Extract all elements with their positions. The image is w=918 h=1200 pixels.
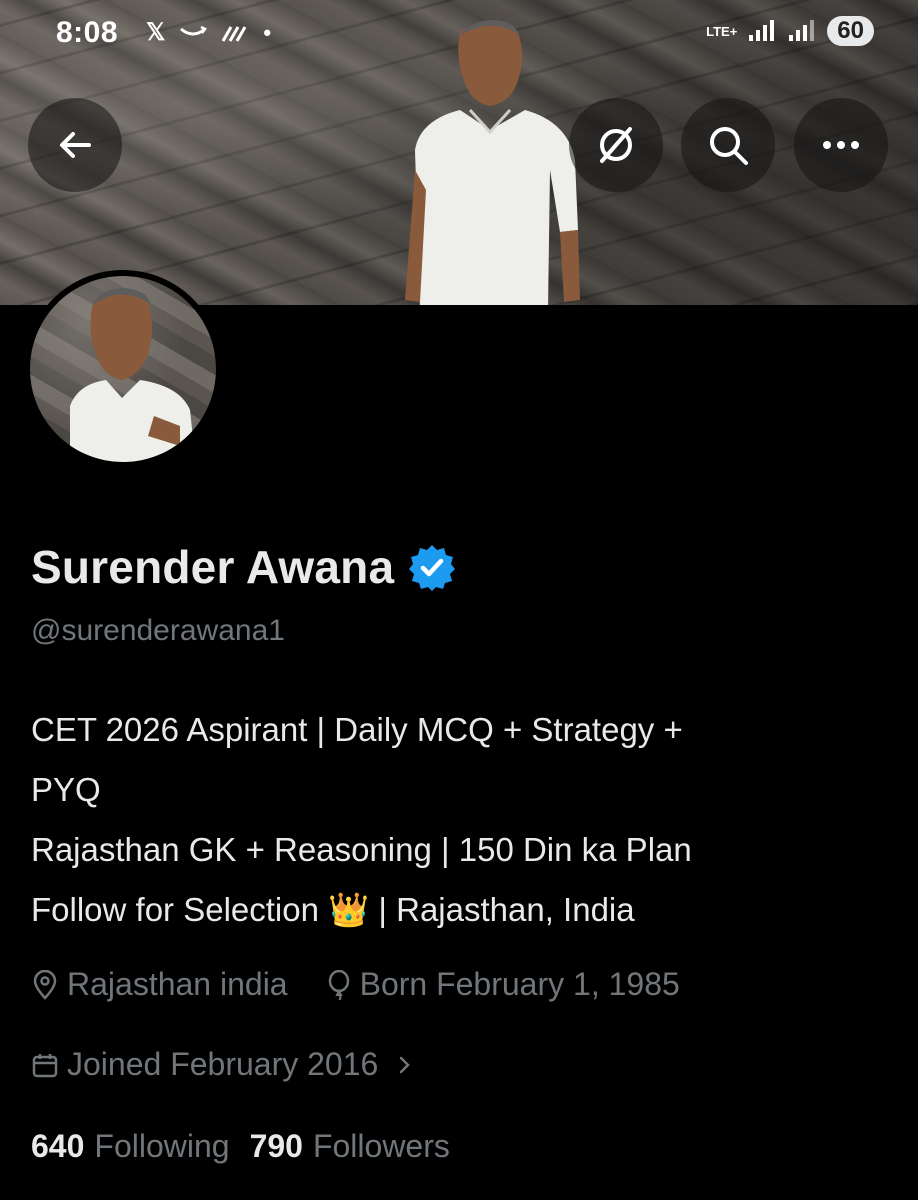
joined-text: Joined February 2016 xyxy=(67,1046,379,1082)
avatar-photo xyxy=(30,276,216,462)
following-link[interactable]: 640 Following xyxy=(31,1128,230,1165)
bio-line: PYQ xyxy=(31,771,101,808)
following-label: Following xyxy=(94,1128,230,1164)
profile-banner[interactable]: 8:08 𝕏 • LTE+ 60 xyxy=(0,0,918,305)
bio-line: Follow for Selection 👑 | Rajasthan, Indi… xyxy=(31,891,635,928)
calendar-icon xyxy=(32,1053,58,1077)
back-button[interactable] xyxy=(28,98,122,192)
arrow-left-icon xyxy=(60,132,91,158)
status-bar: 8:08 𝕏 • LTE+ 60 xyxy=(0,0,918,70)
joined-item[interactable]: Joined February 2016 xyxy=(31,1046,414,1083)
follow-stats: 640 Following 790 Followers xyxy=(31,1128,450,1165)
location-text: Rajasthan india xyxy=(67,966,288,1002)
verified-badge-icon[interactable] xyxy=(408,543,456,591)
joined-row[interactable]: Joined February 2016 xyxy=(31,1046,414,1083)
battery-indicator: 60 xyxy=(827,16,874,46)
signal-bars-icon xyxy=(749,20,775,41)
followers-label: Followers xyxy=(312,1128,450,1164)
more-button[interactable] xyxy=(794,98,888,192)
dot-icon: • xyxy=(263,19,272,45)
search-icon xyxy=(710,127,748,165)
location-pin-icon xyxy=(33,969,57,1000)
bio-line: CET 2026 Aspirant | Daily MCQ + Strategy… xyxy=(31,711,683,748)
following-count: 640 xyxy=(31,1128,85,1164)
grok-button[interactable] xyxy=(569,98,663,192)
signal-stripes-icon xyxy=(222,25,247,42)
profile-avatar[interactable] xyxy=(24,270,222,468)
followers-link[interactable]: 790 Followers xyxy=(250,1128,450,1165)
display-name: Surender Awana xyxy=(31,541,395,593)
bio-line: Rajasthan GK + Reasoning | 150 Din ka Pl… xyxy=(31,831,692,868)
chevron-right-icon xyxy=(400,1056,411,1073)
profile-meta-row: Rajasthan india Born February 1, 1985 xyxy=(31,966,680,1003)
location-item: Rajasthan india xyxy=(31,966,288,1003)
birthday-item: Born February 1, 1985 xyxy=(326,966,680,1003)
status-time: 8:08 xyxy=(56,16,119,49)
profile-name-row: Surender Awana xyxy=(31,540,456,594)
status-right: LTE+ 60 xyxy=(706,16,874,46)
birthday-text: Born February 1, 1985 xyxy=(359,966,680,1002)
amazon-smile-icon xyxy=(180,25,208,35)
signal-bars-2-icon xyxy=(789,20,815,41)
network-type: LTE+ xyxy=(706,23,738,39)
profile-handle: @surenderawana1 xyxy=(31,614,285,647)
more-icon xyxy=(823,141,859,149)
profile-bio: CET 2026 Aspirant | Daily MCQ + Strategy… xyxy=(31,700,891,940)
followers-count: 790 xyxy=(249,1128,303,1164)
status-left-icons: 𝕏 • xyxy=(146,18,271,47)
x-logo-icon: 𝕏 xyxy=(146,19,166,46)
balloon-icon xyxy=(328,969,349,1000)
grok-icon xyxy=(600,127,632,163)
search-button[interactable] xyxy=(681,98,775,192)
avatar-person-photo xyxy=(70,288,196,462)
